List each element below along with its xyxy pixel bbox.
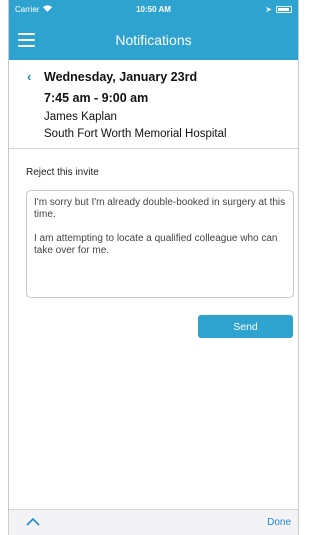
send-button[interactable]: Send [198,315,293,338]
phone-screen: Carrier 10:50 AM ➤ Notifications ‹ Wedne… [8,0,299,535]
event-details: ‹ Wednesday, January 23rd 7:45 am - 9:00… [9,60,298,149]
chevron-left-icon[interactable]: ‹ [27,69,31,84]
reject-label: Reject this invite [26,167,99,178]
status-time: 10:50 AM [136,5,171,14]
message-paragraph-2: I am attempting to locate a qualified co… [34,233,278,256]
status-bar: Carrier 10:50 AM ➤ [9,0,298,20]
keyboard-toolbar: Done [9,509,298,535]
event-date: Wednesday, January 23rd [44,70,198,84]
chevron-up-icon[interactable] [25,514,41,528]
battery-icon [276,6,292,13]
location-icon: ➤ [265,5,272,14]
event-location: South Fort Worth Memorial Hospital [44,128,227,140]
done-button[interactable]: Done [267,517,291,528]
nav-bar: Notifications [9,20,298,60]
event-person: James Kaplan [44,111,117,123]
page-title: Notifications [115,32,192,48]
reject-message-textarea[interactable]: I'm sorry but I'm already double-booked … [26,190,294,298]
event-time-range: 7:45 am - 9:00 am [44,91,149,105]
message-paragraph-1: I'm sorry but I'm already double-booked … [34,197,286,220]
